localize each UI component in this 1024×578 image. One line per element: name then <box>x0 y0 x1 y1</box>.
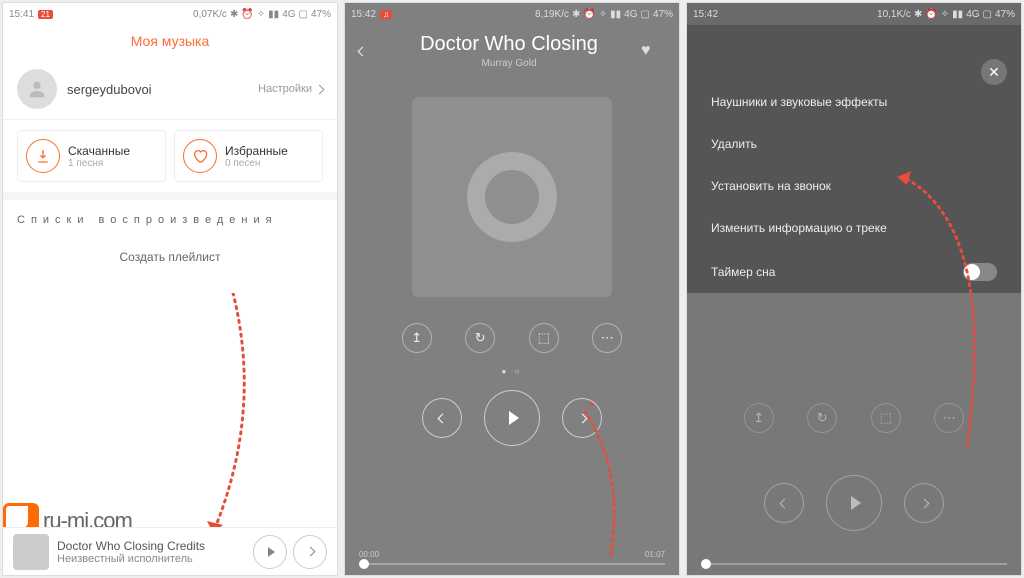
progress-bar[interactable] <box>359 563 665 565</box>
miniplayer-next-button[interactable] <box>293 535 327 569</box>
chevron-right-icon <box>315 84 325 94</box>
status-bar: 15:42 ♫ 8,19K/c✱⏰ ✧▮▮4G ▢47% <box>345 3 679 25</box>
album-art <box>412 97 612 297</box>
annotation-arrow <box>897 171 1007 451</box>
avatar <box>17 69 57 109</box>
alarm-icon: ⏰ <box>241 9 253 20</box>
create-playlist-button[interactable]: Создать плейлист <box>3 240 337 274</box>
track-artist: Murray Gold <box>377 58 641 69</box>
track-thumbnail <box>13 534 49 570</box>
action-row: ↥ ↻ ⬚ ⋯ <box>345 297 679 361</box>
annotation-arrow <box>555 403 655 563</box>
prev-button <box>764 483 804 523</box>
vibrate-icon: ✧ <box>941 9 949 20</box>
share-button[interactable]: ↥ <box>402 323 432 353</box>
notif-badge: 21 <box>38 10 53 19</box>
category-row: Скачанные1 песня Избранные0 песен <box>3 120 337 200</box>
prev-button[interactable] <box>422 398 462 438</box>
miniplayer-play-button[interactable] <box>253 535 287 569</box>
phone-1-my-music: 15:41 21 0,07K/c✱⏰ ✧▮▮4G ▢47% Моя музыка se… <box>2 2 338 576</box>
favorite-button[interactable]: ♥ <box>641 42 665 60</box>
menu-delete[interactable]: Удалить <box>711 123 997 165</box>
repeat-button: ↻ <box>807 403 837 433</box>
queue-button[interactable]: ⬚ <box>529 323 559 353</box>
status-4g: 4G <box>966 9 979 20</box>
back-button[interactable] <box>359 42 377 60</box>
user-row[interactable]: sergeydubovoi Настройки <box>3 59 337 120</box>
heart-icon <box>183 139 217 173</box>
battery-icon: ▢ <box>983 9 992 20</box>
vibrate-icon: ✧ <box>599 9 607 20</box>
phone-2-player: 15:42 ♫ 8,19K/c✱⏰ ✧▮▮4G ▢47% Doctor Who Clo… <box>344 2 680 576</box>
alarm-icon: ⏰ <box>925 9 937 20</box>
status-4g: 4G <box>624 9 637 20</box>
play-button[interactable] <box>484 390 540 446</box>
page-indicator: ● ○ <box>345 361 679 382</box>
signal-icon: ▮▮ <box>952 9 963 20</box>
more-button[interactable]: ⋯ <box>592 323 622 353</box>
status-time: 15:42 <box>351 9 376 20</box>
mini-player[interactable]: Doctor Who Closing CreditsНеизвестный ис… <box>3 527 337 575</box>
status-time: 15:42 <box>693 9 718 20</box>
bluetooth-icon: ✱ <box>230 9 238 20</box>
next-button <box>904 483 944 523</box>
track-artist: Неизвестный исполнитель <box>57 553 247 565</box>
status-bar: 15:42 10,1K/c✱⏰ ✧▮▮4G ▢47% <box>687 3 1021 25</box>
favorites-button[interactable]: Избранные0 песен <box>174 130 323 182</box>
download-icon <box>26 139 60 173</box>
progress-bar <box>701 563 1007 565</box>
status-batt: 47% <box>995 9 1015 20</box>
status-net: 8,19K/c <box>535 9 569 20</box>
bluetooth-icon: ✱ <box>914 9 922 20</box>
close-button[interactable]: ✕ <box>981 59 1007 85</box>
settings-link[interactable]: Настройки <box>258 83 323 95</box>
bluetooth-icon: ✱ <box>572 9 580 20</box>
battery-icon: ▢ <box>641 9 650 20</box>
vibrate-icon: ✧ <box>257 9 265 20</box>
username: sergeydubovoi <box>67 82 258 97</box>
signal-icon: ▮▮ <box>610 9 621 20</box>
alarm-icon: ⏰ <box>583 9 595 20</box>
menu-headphones-effects[interactable]: Наушники и звуковые эффекты <box>711 81 997 123</box>
status-bar: 15:41 21 0,07K/c✱⏰ ✧▮▮4G ▢47% <box>3 3 337 25</box>
track-title: Doctor Who Closing Credits <box>57 539 247 553</box>
status-batt: 47% <box>311 9 331 20</box>
track-title: Doctor Who Closing <box>377 33 641 56</box>
status-4g: 4G <box>282 9 295 20</box>
signal-icon: ▮▮ <box>268 9 279 20</box>
status-net: 10,1K/c <box>877 9 911 20</box>
disc-icon <box>467 152 557 242</box>
page-title: Моя музыка <box>3 25 337 59</box>
player-header: Doctor Who Closing Murray Gold ♥ <box>345 25 679 77</box>
repeat-button[interactable]: ↻ <box>465 323 495 353</box>
playlists-header: Списки воспроизведения <box>3 200 337 240</box>
status-net: 0,07K/c <box>193 9 227 20</box>
share-button: ↥ <box>744 403 774 433</box>
downloaded-button[interactable]: Скачанные1 песня <box>17 130 166 182</box>
battery-icon: ▢ <box>299 9 308 20</box>
music-badge: ♫ <box>380 10 392 19</box>
status-batt: 47% <box>653 9 673 20</box>
annotation-arrow <box>183 293 283 543</box>
progress-knob[interactable] <box>359 559 369 569</box>
status-time: 15:41 <box>9 9 34 20</box>
play-button <box>826 475 882 531</box>
phone-3-menu: 15:42 10,1K/c✱⏰ ✧▮▮4G ▢47% ✕ Наушники и зв… <box>686 2 1022 576</box>
